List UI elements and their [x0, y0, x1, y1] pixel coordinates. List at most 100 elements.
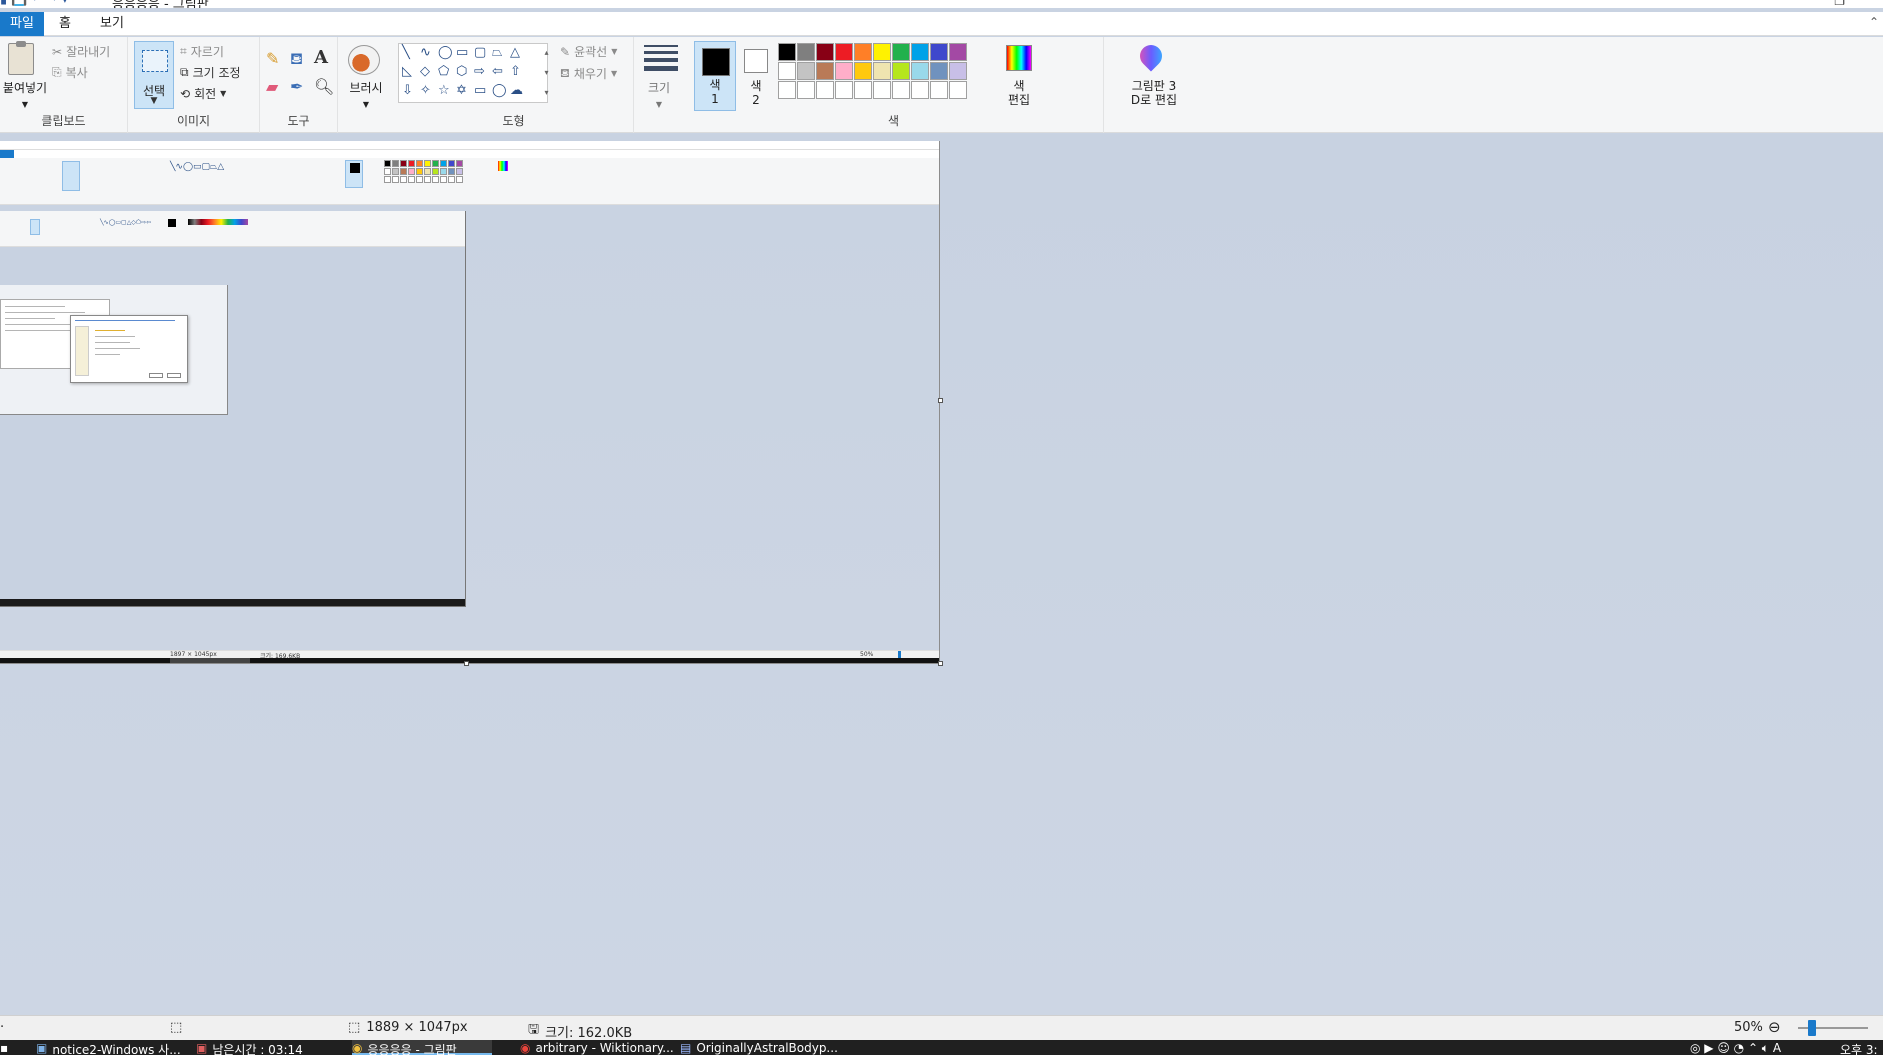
line-size-icon[interactable]	[644, 45, 678, 75]
right-arrow-shape-icon[interactable]: ⇨	[474, 65, 485, 79]
brush-icon[interactable]	[348, 45, 380, 75]
up-arrow-shape-icon[interactable]: ⇧	[510, 65, 521, 79]
color-swatch[interactable]	[949, 43, 967, 61]
color-swatch[interactable]	[816, 43, 834, 61]
copy-button[interactable]: ⎘ 복사	[52, 64, 88, 81]
resize-button[interactable]: ⧉ 크기 조정	[180, 64, 241, 81]
color-swatch[interactable]	[911, 81, 929, 99]
line-shape-icon[interactable]: ╲	[402, 46, 410, 60]
color-swatch[interactable]	[949, 81, 967, 99]
taskbar-item-paint[interactable]: ◉ 응응응응 - 그림판	[352, 1040, 492, 1055]
right-triangle-shape-icon[interactable]: ◺	[402, 65, 412, 79]
canvas-resize-handle-bottom[interactable]	[464, 661, 469, 666]
paste-icon[interactable]	[8, 41, 34, 75]
select-button[interactable]: 선택 ▼	[134, 41, 174, 109]
curve-shape-icon[interactable]: ∿	[420, 46, 431, 60]
outline-button[interactable]: ✎ 윤곽선 ▼	[560, 43, 617, 60]
color2-swatch[interactable]	[744, 49, 768, 73]
color-swatch[interactable]	[835, 62, 853, 80]
restore-icon[interactable]: ❐	[1834, 0, 1845, 8]
start-icon[interactable]: ▪	[0, 1040, 8, 1055]
color-swatch[interactable]	[778, 81, 796, 99]
paste-button[interactable]: 붙여넣기 ▼	[0, 79, 50, 110]
pencil-icon[interactable]: ✎	[266, 49, 279, 68]
color-swatch[interactable]	[892, 62, 910, 80]
color-picker-icon[interactable]: ✒	[290, 77, 303, 96]
shapes-scroll[interactable]: ▴ ▾ ▾	[542, 43, 551, 103]
color-swatch[interactable]	[930, 43, 948, 61]
color-swatch[interactable]	[949, 62, 967, 80]
eraser-icon[interactable]: ▰	[266, 77, 278, 96]
zoom-slider-thumb[interactable]	[1808, 1020, 1816, 1036]
color-swatch[interactable]	[797, 81, 815, 99]
callout-rect-shape-icon[interactable]: ▭	[474, 84, 486, 98]
tab-file[interactable]: 파일	[0, 12, 44, 36]
hexagon-shape-icon[interactable]: ⬡	[456, 65, 467, 79]
color-swatch[interactable]	[873, 43, 891, 61]
brushes-button[interactable]: 브러시 ▼	[340, 79, 392, 110]
color-swatch[interactable]	[930, 81, 948, 99]
color2-button[interactable]: 색 2	[744, 79, 768, 107]
canvas-resize-handle-corner[interactable]	[938, 661, 943, 666]
oval-shape-icon[interactable]: ◯	[438, 46, 453, 60]
left-arrow-shape-icon[interactable]: ⇦	[492, 65, 503, 79]
edit-colors-button[interactable]: 색 편집	[996, 79, 1042, 107]
paint3d-icon[interactable]	[1135, 40, 1167, 72]
color-swatch[interactable]	[797, 43, 815, 61]
color-swatch[interactable]	[911, 43, 929, 61]
color-swatch[interactable]	[911, 62, 929, 80]
taskbar-item-document[interactable]: ▤ OriginallyAstralBodyp...	[680, 1040, 838, 1055]
color-swatch[interactable]	[930, 62, 948, 80]
quick-access-toolbar[interactable]: ▮ 💾 ↶ ↷ ▾	[0, 0, 68, 7]
taskbar-item-notice2[interactable]: ▣ notice2-Windows 사...	[36, 1040, 181, 1055]
zoom-out-icon[interactable]: ⊖	[1768, 1018, 1781, 1036]
callout-cloud-shape-icon[interactable]: ☁	[510, 84, 523, 98]
tab-home[interactable]: 홈	[52, 12, 78, 36]
tab-view[interactable]: 보기	[94, 12, 130, 36]
color-swatch[interactable]	[854, 43, 872, 61]
six-point-star-shape-icon[interactable]: ✡	[456, 84, 467, 98]
color-swatch[interactable]	[816, 81, 834, 99]
fill-button[interactable]: ⛾ 채우기 ▼	[560, 65, 617, 82]
tray-icons[interactable]: ◎ ▶ ☺ ◔ ⌃ 🔈︎ A	[1690, 1041, 1781, 1055]
color-swatch[interactable]	[854, 81, 872, 99]
canvas[interactable]: ╲∿◯▭▢⏢△ ╲∿◯▭▢△◇⬠⇨⇦ 1897 × 1045px 크기: 169…	[0, 141, 940, 664]
rotate-button[interactable]: ⟲ 회전 ▼	[180, 85, 226, 102]
color-swatch[interactable]	[778, 43, 796, 61]
fill-bucket-icon[interactable]: ⛾	[290, 49, 303, 70]
edit-colors-icon[interactable]	[1006, 45, 1032, 71]
rounded-rectangle-shape-icon[interactable]: ▢	[474, 46, 486, 60]
collapse-ribbon-icon[interactable]: ⌃	[1869, 15, 1879, 29]
size-group: 크기 ▼	[634, 37, 684, 133]
triangle-shape-icon[interactable]: △	[510, 46, 520, 60]
color-swatch[interactable]	[854, 62, 872, 80]
color-swatch[interactable]	[797, 62, 815, 80]
five-point-star-shape-icon[interactable]: ☆	[438, 84, 450, 98]
color1-button[interactable]: 색 1	[694, 41, 736, 111]
diamond-shape-icon[interactable]: ◇	[420, 65, 430, 79]
polygon-shape-icon[interactable]: ⏢	[492, 46, 502, 60]
taskbar-item-timer[interactable]: ▣ 남은시간 : 03:14	[196, 1040, 303, 1055]
color-swatch[interactable]	[892, 81, 910, 99]
size-button[interactable]: 크기 ▼	[634, 79, 684, 110]
color-swatch[interactable]	[873, 81, 891, 99]
edit-with-paint3d-button[interactable]: 그림판 3 D로 편집	[1104, 79, 1204, 107]
four-point-star-shape-icon[interactable]: ✧	[420, 84, 431, 98]
color-swatch[interactable]	[892, 43, 910, 61]
magnifier-icon[interactable]: 🔍︎	[314, 77, 334, 96]
crop-button[interactable]: ⌗ 자르기	[180, 43, 224, 60]
color-swatch[interactable]	[778, 62, 796, 80]
callout-oval-shape-icon[interactable]: ◯	[492, 84, 507, 98]
color-swatch[interactable]	[816, 62, 834, 80]
pentagon-shape-icon[interactable]: ⬠	[438, 65, 449, 79]
color-swatch[interactable]	[835, 81, 853, 99]
color-swatch[interactable]	[873, 62, 891, 80]
rectangle-shape-icon[interactable]: ▭	[456, 46, 468, 60]
text-icon[interactable]: A	[314, 47, 328, 68]
taskbar-item-wiktionary[interactable]: ◉ arbitrary - Wiktionary...	[520, 1040, 674, 1055]
down-arrow-shape-icon[interactable]: ⇩	[402, 84, 413, 98]
shapes-gallery[interactable]: ╲ ∿ ◯ ▭ ▢ ⏢ △ ◺ ◇ ⬠ ⬡ ⇨ ⇦ ⇧ ⇩ ✧ ☆ ✡ ▭ ◯ …	[398, 43, 548, 103]
canvas-resize-handle-right[interactable]	[938, 398, 943, 403]
cut-button[interactable]: ✂ 잘라내기	[52, 43, 110, 60]
color-swatch[interactable]	[835, 43, 853, 61]
